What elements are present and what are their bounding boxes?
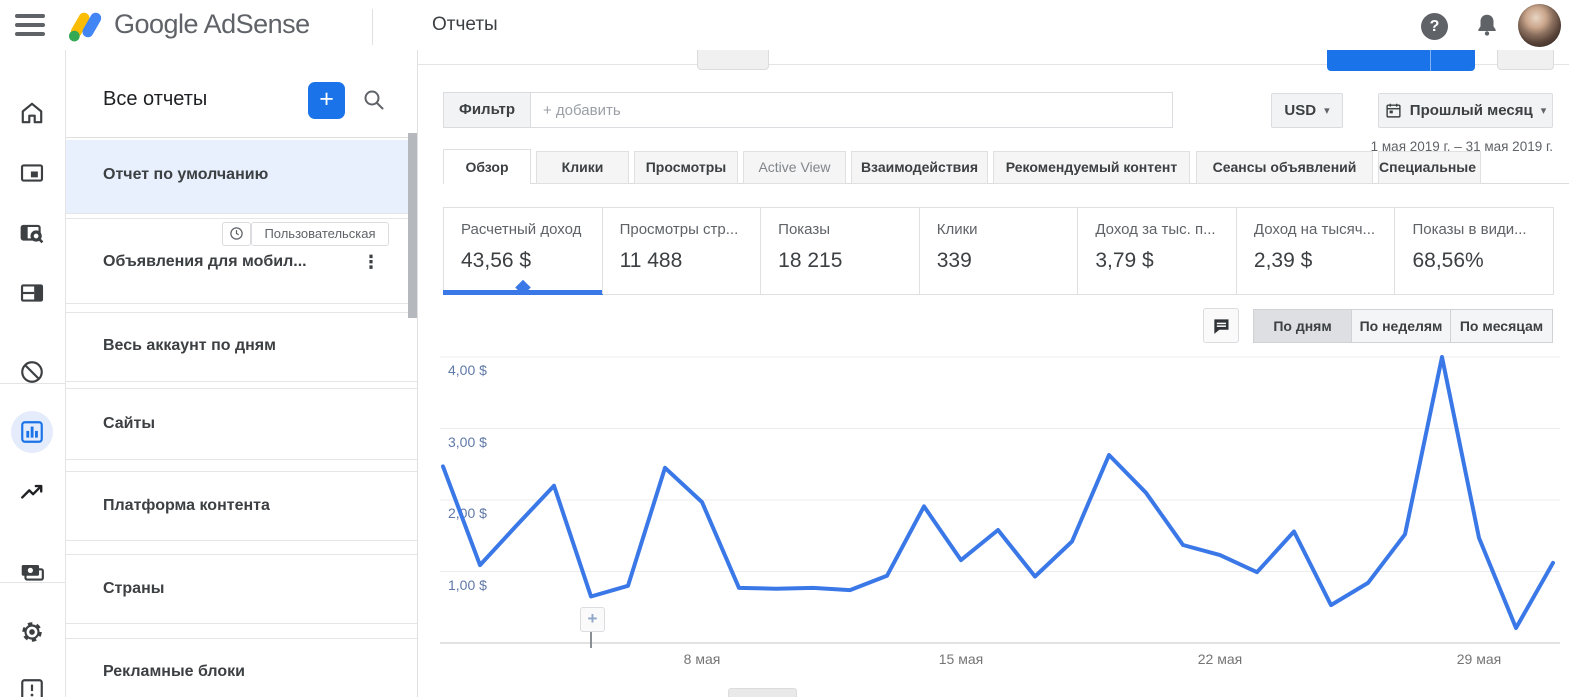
tab-custom[interactable]: Специальные✕ bbox=[1378, 151, 1481, 184]
metric-card-page-views[interactable]: Просмотры стр... 11 488 bbox=[601, 208, 761, 294]
brand-title: Google AdSense bbox=[114, 9, 310, 39]
report-item-account-by-day[interactable]: Весь аккаунт по дням bbox=[65, 312, 417, 382]
currency-label: USD bbox=[1284, 102, 1317, 119]
partial-toolbar-button[interactable] bbox=[697, 50, 769, 70]
selected-metric-underline bbox=[443, 290, 603, 295]
tab-views[interactable]: Просмотры bbox=[634, 151, 738, 184]
panel-scrollbar[interactable] bbox=[408, 133, 417, 318]
reports-panel-title: Все отчеты bbox=[103, 88, 208, 110]
chevron-down-icon: ▾ bbox=[1324, 105, 1330, 117]
report-item-sites[interactable]: Сайты bbox=[65, 388, 417, 460]
metric-title: Доход за тыс. п... bbox=[1095, 221, 1216, 238]
adsense-reports-page: Google AdSense Отчеты ? Все отчеты + Отч… bbox=[0, 0, 1569, 697]
rail-ads-icon[interactable] bbox=[19, 160, 47, 188]
tab-recommended-content[interactable]: Рекомендуемый контент bbox=[993, 151, 1190, 184]
adsense-logo-icon bbox=[69, 12, 102, 42]
report-item-label: Весь аккаунт по дням bbox=[103, 337, 276, 354]
custom-report-badge: Пользовательская bbox=[251, 222, 389, 246]
metric-value: 18 215 bbox=[778, 249, 843, 272]
metric-card-impressions[interactable]: Показы 18 215 bbox=[760, 208, 919, 294]
panel-divider bbox=[65, 137, 417, 138]
partial-toolbar-button[interactable] bbox=[1497, 50, 1554, 70]
granularity-by-week[interactable]: По неделям bbox=[1351, 309, 1451, 343]
currency-dropdown[interactable]: USD ▾ bbox=[1271, 93, 1343, 128]
metric-title: Просмотры стр... bbox=[619, 221, 739, 238]
chevron-down-icon: ▾ bbox=[1540, 105, 1547, 117]
header-divider bbox=[372, 9, 373, 45]
metric-card-impression-rpm[interactable]: Доход на тысяч... 2,39 $ bbox=[1235, 208, 1395, 294]
app-header: Google AdSense Отчеты ? bbox=[0, 0, 1569, 50]
report-item-label: Рекламные блоки bbox=[103, 663, 245, 680]
report-item-default[interactable]: Отчет по умолчанию bbox=[65, 140, 417, 214]
metric-value: 2,39 $ bbox=[1253, 249, 1313, 272]
user-avatar[interactable] bbox=[1518, 4, 1561, 47]
notifications-bell-icon[interactable] bbox=[1474, 11, 1500, 39]
metric-title: Показы в види... bbox=[1412, 221, 1527, 238]
help-icon[interactable]: ? bbox=[1421, 13, 1448, 40]
reports-panel: Все отчеты + Отчет по умолчанию Пользова… bbox=[65, 50, 418, 697]
partial-bottom-element bbox=[728, 688, 797, 697]
granularity-by-day[interactable]: По дням bbox=[1253, 309, 1352, 343]
tab-custom-label: Специальные bbox=[1379, 159, 1477, 175]
tab-active-view[interactable]: Active View bbox=[743, 151, 846, 184]
granularity-by-month[interactable]: По месяцам bbox=[1450, 309, 1553, 343]
metric-value: 3,79 $ bbox=[1095, 249, 1154, 272]
tab-clicks[interactable]: Клики bbox=[536, 151, 629, 184]
rail-settings-gear-icon[interactable] bbox=[19, 619, 47, 647]
date-range-dropdown[interactable]: Прошлый месяц ▾ bbox=[1378, 93, 1553, 128]
metric-value: 68,56% bbox=[1412, 249, 1484, 272]
comment-icon bbox=[1214, 318, 1229, 334]
rail-blocking-controls-icon[interactable] bbox=[19, 359, 47, 387]
metric-cards: Расчетный доход 43,56 $ Просмотры стр...… bbox=[443, 207, 1554, 296]
metric-value: 43,56 $ bbox=[461, 249, 532, 272]
scheduled-clock-icon bbox=[222, 222, 251, 246]
metric-title: Доход на тысяч... bbox=[1253, 221, 1376, 238]
report-item-label: Объявления для мобил... bbox=[103, 253, 307, 270]
metric-card-viewability[interactable]: Показы в види... 68,56% bbox=[1394, 208, 1553, 294]
search-icon[interactable] bbox=[362, 88, 386, 112]
report-item-label: Отчет по умолчанию bbox=[103, 166, 269, 183]
metric-card-clicks[interactable]: Клики 339 bbox=[918, 208, 1078, 294]
metric-card-rpm[interactable]: Доход за тыс. п... 3,79 $ bbox=[1077, 208, 1236, 294]
partial-save-split-button[interactable] bbox=[1327, 50, 1475, 71]
page-title: Отчеты bbox=[432, 14, 498, 35]
nav-rail bbox=[0, 50, 66, 697]
add-report-button[interactable]: + bbox=[308, 82, 345, 119]
metric-title: Показы bbox=[778, 221, 831, 238]
annotations-button[interactable] bbox=[1203, 308, 1239, 343]
metric-card-estimated-earnings[interactable]: Расчетный доход 43,56 $ bbox=[443, 208, 603, 296]
report-item-label: Сайты bbox=[103, 415, 155, 432]
metric-value: 339 bbox=[936, 249, 972, 272]
tab-overview[interactable]: Обзор bbox=[443, 149, 531, 184]
report-item-label: Страны bbox=[103, 580, 165, 597]
rail-feedback-icon[interactable] bbox=[19, 677, 47, 697]
metric-value: 11 488 bbox=[619, 249, 683, 272]
metric-title: Расчетный доход bbox=[461, 221, 582, 238]
report-item-mobile-ads[interactable]: Пользовательская Объявления для мобил...… bbox=[65, 218, 417, 304]
report-item-ad-units[interactable]: Рекламные блоки bbox=[65, 638, 417, 697]
rail-reports-icon[interactable] bbox=[19, 419, 47, 447]
filter-input[interactable] bbox=[530, 92, 1173, 128]
rail-payments-icon[interactable] bbox=[19, 559, 47, 587]
rail-ad-review-icon[interactable] bbox=[19, 220, 47, 248]
metric-title: Клики bbox=[936, 221, 978, 238]
filter-label: Фильтр bbox=[443, 92, 531, 128]
tab-ad-sessions[interactable]: Сеансы объявлений bbox=[1196, 151, 1373, 184]
rail-sites-icon[interactable] bbox=[19, 280, 47, 308]
hamburger-menu-icon[interactable] bbox=[15, 14, 45, 36]
kebab-menu-icon[interactable]: ⋮ bbox=[362, 251, 380, 275]
rail-optimization-icon[interactable] bbox=[19, 479, 47, 507]
rail-home-icon[interactable] bbox=[19, 100, 47, 128]
report-item-content-platform[interactable]: Платформа контента bbox=[65, 471, 417, 541]
chart-annotation-marker[interactable]: + bbox=[580, 607, 605, 632]
chart-annotation-tick bbox=[590, 630, 592, 648]
calendar-icon bbox=[1386, 103, 1401, 118]
period-label: Прошлый месяц bbox=[1409, 102, 1533, 119]
report-item-label: Платформа контента bbox=[103, 497, 270, 514]
report-item-countries[interactable]: Страны bbox=[65, 554, 417, 624]
tab-interactions[interactable]: Взаимодействия bbox=[851, 151, 988, 184]
